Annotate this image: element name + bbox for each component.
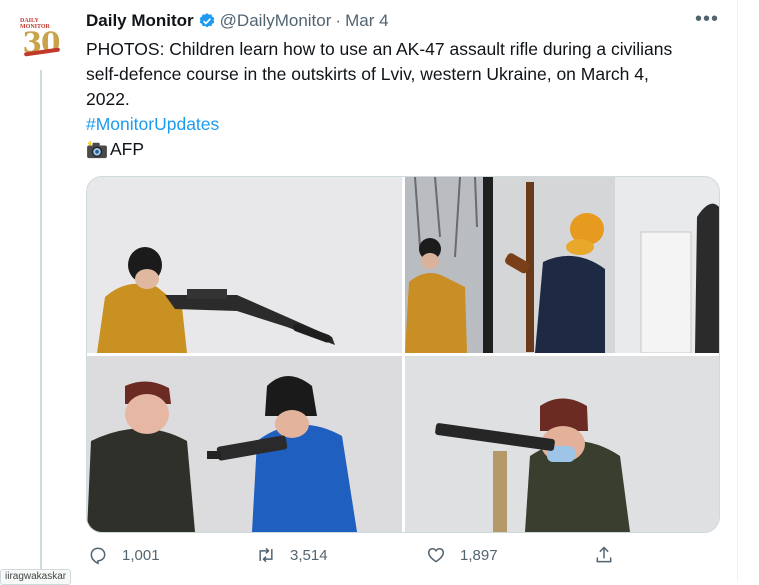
like-button[interactable]: 1,897 [426,545,498,565]
retweet-icon [259,547,273,563]
share-icon [596,546,612,563]
photo-2[interactable] [405,177,719,353]
more-options-icon[interactable]: ••• [695,8,719,31]
retweet-count: 3,514 [290,546,328,564]
thread-line [40,65,42,581]
column-divider [737,0,738,581]
separator: · [335,11,342,30]
tweet-date[interactable]: Mar 4 [345,11,388,31]
display-name[interactable]: Daily Monitor [86,11,194,31]
tweet-header: Daily Monitor @DailyMonitor · Mar 4 [86,10,389,32]
heart-icon [427,547,445,563]
reply-button[interactable]: 1,001 [88,545,160,565]
tweet-text-line: self-defence course in the outskirts of … [86,64,649,84]
like-count: 1,897 [460,546,498,564]
photo-2-image [405,177,719,353]
photo-4-image [405,356,719,532]
handle[interactable]: @DailyMonitor [220,11,332,31]
share-button[interactable] [594,545,628,565]
tweet-text-line: 2022. [86,89,130,109]
photo-1-image [87,177,402,353]
photo-credit: AFP [86,137,726,162]
avatar[interactable]: DAILY MONITOR 30 [14,16,68,70]
photo-3-image [87,356,402,532]
reply-count: 1,001 [122,546,160,564]
retweet-button[interactable]: 3,514 [256,545,328,565]
photo-3[interactable] [87,356,402,532]
photo-1[interactable] [87,177,402,353]
tooltip: iiragwakaskar [0,569,72,585]
tweet-text: PHOTOS: Children learn how to use an AK-… [86,37,726,162]
credit-label: AFP [110,139,145,159]
reply-icon [90,547,106,565]
verified-badge-icon [199,13,214,28]
avatar-logo-top: DAILY MONITOR [20,18,50,30]
photo-4[interactable] [405,356,719,532]
tweet-actions: 1,001 3,514 1,897 [86,545,646,575]
photo-grid [86,176,720,533]
tweet-text-line: PHOTOS: Children learn how to use an AK-… [86,39,673,59]
camera-icon [87,140,107,158]
hashtag-link[interactable]: #MonitorUpdates [86,112,726,137]
